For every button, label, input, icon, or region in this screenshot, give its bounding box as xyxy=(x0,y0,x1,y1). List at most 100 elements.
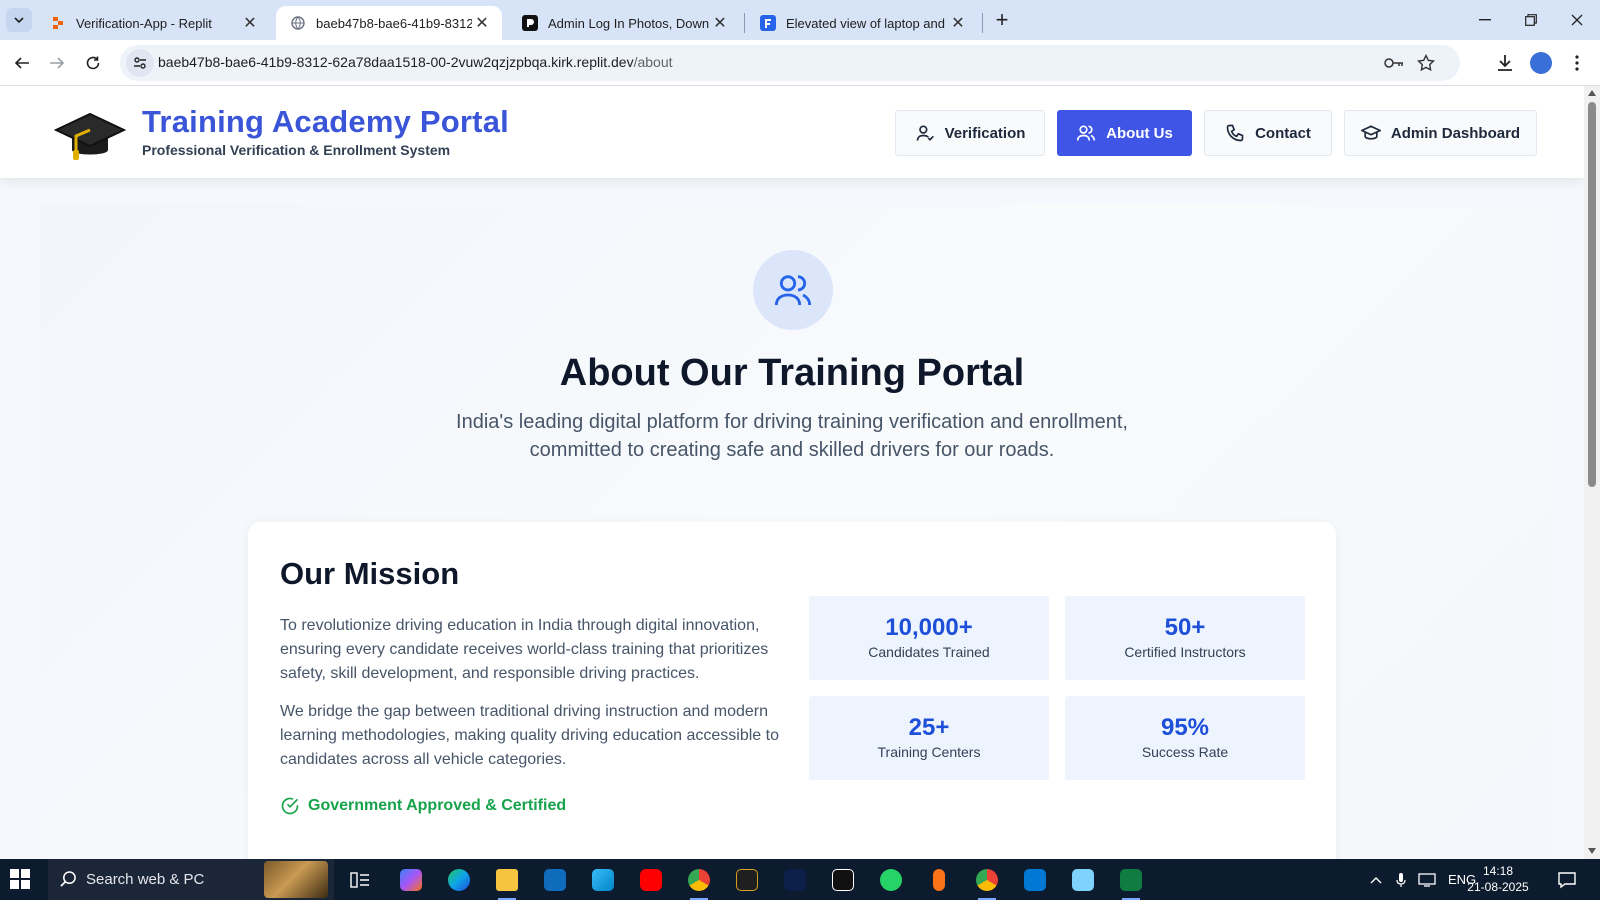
password-key-button[interactable] xyxy=(1382,51,1406,75)
network-monitor-icon[interactable] xyxy=(1418,872,1436,887)
store-icon[interactable] xyxy=(588,865,618,895)
hero-description: India's leading digital platform for dri… xyxy=(456,411,1128,461)
scrollbar-thumb[interactable] xyxy=(1588,102,1596,487)
bookmark-star-button[interactable] xyxy=(1414,51,1438,75)
chrome-icon[interactable] xyxy=(684,865,714,900)
nav-about-button[interactable]: About Us xyxy=(1057,110,1192,156)
more-vertical-icon xyxy=(1575,55,1579,71)
notification-icon xyxy=(1558,872,1576,889)
nav-admin-dashboard-button[interactable]: Admin Dashboard xyxy=(1344,110,1537,156)
tab-title: Verification-App - Replit xyxy=(76,15,212,31)
minimize-button[interactable] xyxy=(1462,4,1508,36)
stat-card: 50+ Certified Instructors xyxy=(1065,596,1305,680)
search-highlight-image xyxy=(264,861,328,898)
copilot-icon[interactable] xyxy=(396,865,426,895)
task-view-icon[interactable] xyxy=(345,865,375,895)
check-circle-icon xyxy=(281,797,299,815)
file-explorer-icon[interactable] xyxy=(492,865,522,900)
scroll-up-arrow-icon[interactable] xyxy=(1588,90,1596,96)
stat-card: 10,000+ Candidates Trained xyxy=(809,596,1049,680)
mission-paragraph: We bridge the gap between traditional dr… xyxy=(280,703,779,768)
browser-tab-laptop[interactable]: Elevated view of laptop and sta ✕ xyxy=(746,6,978,40)
scroll-down-arrow-icon[interactable] xyxy=(1588,848,1596,854)
users-icon xyxy=(774,275,812,306)
minimize-icon xyxy=(1479,19,1491,21)
outlook-icon[interactable] xyxy=(540,865,570,895)
microphone-app-icon[interactable] xyxy=(924,865,954,895)
notifications-button[interactable] xyxy=(1552,865,1582,895)
chevron-up-icon[interactable] xyxy=(1370,876,1382,884)
edge-browser-icon[interactable] xyxy=(444,865,474,895)
clock-date: 21-08-2025 xyxy=(1467,880,1529,894)
user-check-icon xyxy=(916,125,934,141)
nav-label: Admin Dashboard xyxy=(1390,124,1521,142)
stat-label: Candidates Trained xyxy=(868,644,990,660)
taskbar: Search web & PC ENG 14:18 21-08-2025 xyxy=(0,859,1600,900)
tab-title: Admin Log In Photos, Download xyxy=(548,15,710,31)
notepad-icon[interactable] xyxy=(1068,865,1098,895)
nav-label: About Us xyxy=(1106,124,1173,142)
windows-start-button[interactable] xyxy=(10,869,30,889)
taskbar-clock[interactable]: 14:18 21-08-2025 xyxy=(1466,863,1530,895)
forward-button[interactable] xyxy=(42,48,72,78)
browser-menu-button[interactable] xyxy=(1562,48,1592,78)
brand-subtitle: Professional Verification & Enrollment S… xyxy=(142,142,451,158)
downloads-button[interactable] xyxy=(1490,48,1520,78)
system-tray: ENG xyxy=(1370,859,1476,900)
reload-button[interactable] xyxy=(78,48,108,78)
clock-time: 14:18 xyxy=(1482,864,1514,878)
hotstar-icon[interactable] xyxy=(780,865,810,895)
excel-icon[interactable] xyxy=(1116,865,1146,900)
close-tab-icon[interactable]: ✕ xyxy=(472,13,492,33)
download-icon xyxy=(1498,55,1512,71)
page-viewport: Training Academy Portal Professional Ver… xyxy=(0,86,1584,859)
close-tab-icon[interactable]: ✕ xyxy=(710,13,730,33)
star-icon xyxy=(1417,54,1435,72)
arrow-right-icon xyxy=(50,57,65,69)
browser-toolbar: baeb47b8-bae6-41b9-8312-62a78daa1518-00-… xyxy=(0,40,1600,86)
restore-button[interactable] xyxy=(1508,4,1554,36)
chrome-profile-icon[interactable] xyxy=(972,865,1002,900)
browser-tab-admin-photos[interactable]: Admin Log In Photos, Download ✕ xyxy=(508,6,740,40)
nav-contact-button[interactable]: Contact xyxy=(1204,110,1332,156)
stat-label: Success Rate xyxy=(1141,744,1229,760)
tab-title: Elevated view of laptop and sta xyxy=(786,15,948,31)
forms-favicon-icon xyxy=(760,15,776,31)
stat-value: 95% xyxy=(1160,714,1210,741)
browser-tab-strip: Verification-App - Replit ✕ baeb47b8-bae… xyxy=(0,0,1600,40)
close-tab-icon[interactable]: ✕ xyxy=(948,13,968,33)
taskbar-search-box[interactable]: Search web & PC xyxy=(48,859,334,900)
back-button[interactable] xyxy=(7,48,37,78)
stat-label: Certified Instructors xyxy=(1124,644,1246,660)
close-icon xyxy=(1571,14,1583,26)
nav-label: Contact xyxy=(1255,124,1311,142)
graduation-cap-icon xyxy=(1360,125,1381,140)
browser-tab-about[interactable]: baeb47b8-bae6-41b9-8312-62a78daa1518-00-… xyxy=(276,6,502,40)
youtube-icon[interactable] xyxy=(636,865,666,895)
url-text: baeb47b8-bae6-41b9-8312-62a78daa1518-00-… xyxy=(158,54,673,70)
close-tab-icon[interactable]: ✕ xyxy=(240,13,260,33)
sonyliv-icon[interactable] xyxy=(732,865,762,895)
site-info-button[interactable] xyxy=(126,49,154,77)
arrow-left-icon xyxy=(14,57,29,69)
search-icon xyxy=(60,871,76,887)
profile-button[interactable] xyxy=(1526,48,1556,78)
nav-verification-button[interactable]: Verification xyxy=(895,110,1045,156)
media-app-icon[interactable] xyxy=(828,865,858,895)
brand-title[interactable]: Training Academy Portal xyxy=(142,104,509,140)
close-window-button[interactable] xyxy=(1554,4,1600,36)
tab-title: baeb47b8-bae6-41b9-8312-62a78daa1518-00-… xyxy=(316,15,472,31)
mission-title: Our Mission xyxy=(280,556,460,591)
address-bar[interactable]: baeb47b8-bae6-41b9-8312-62a78daa1518-00-… xyxy=(120,45,1460,81)
new-tab-button[interactable]: + xyxy=(990,9,1014,33)
site-header: Training Academy Portal Professional Ver… xyxy=(0,86,1584,178)
page-scrollbar[interactable] xyxy=(1584,86,1600,859)
vscode-icon[interactable] xyxy=(1020,865,1050,895)
microphone-icon[interactable] xyxy=(1396,872,1406,888)
taskbar-search-placeholder: Search web & PC xyxy=(86,871,205,888)
graduation-cap-logo-icon[interactable] xyxy=(53,106,127,164)
whatsapp-icon[interactable] xyxy=(876,865,906,895)
tab-search-dropdown[interactable] xyxy=(6,8,32,32)
browser-tab-replit[interactable]: Verification-App - Replit ✕ xyxy=(36,6,270,40)
stat-value: 50+ xyxy=(1164,614,1206,641)
